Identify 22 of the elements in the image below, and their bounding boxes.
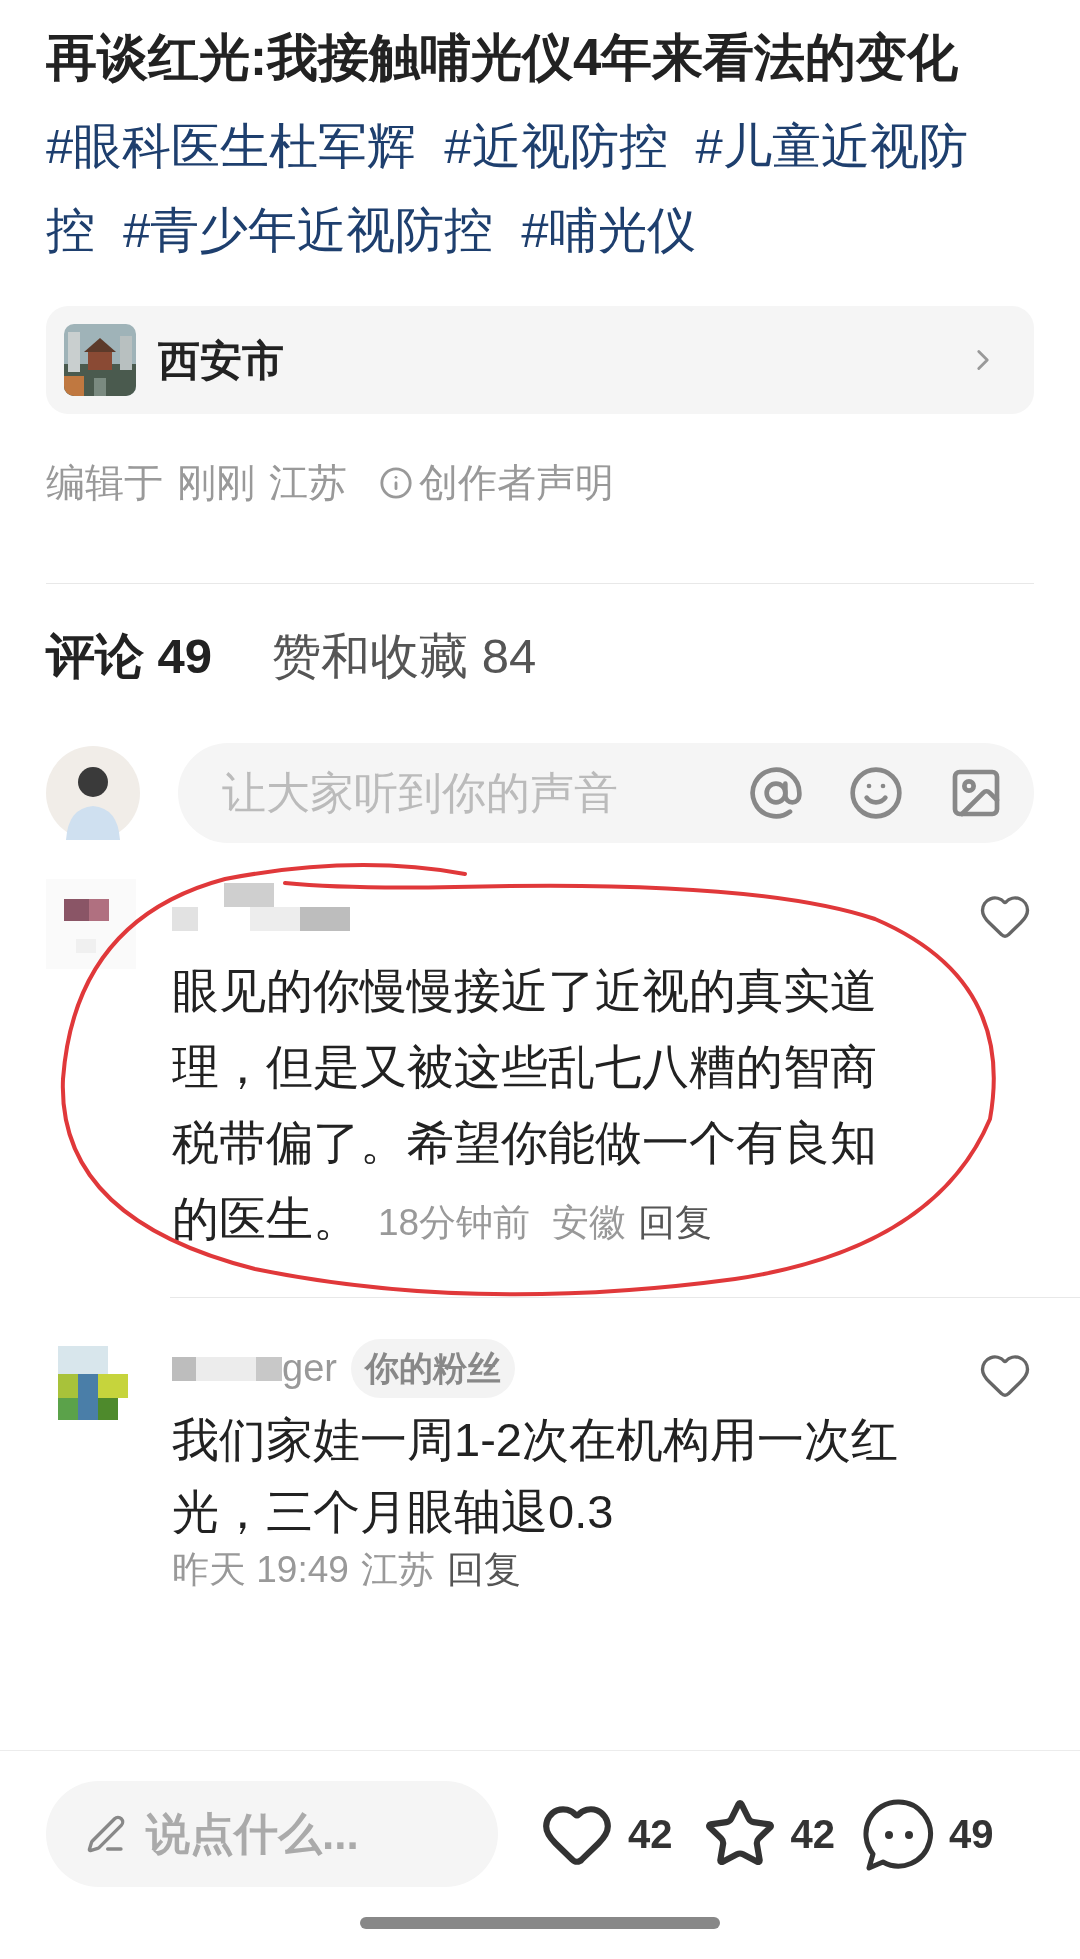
edit-label: 编辑于	[46, 460, 163, 506]
emoji-icon[interactable]	[848, 765, 904, 821]
edit-time: 刚刚	[177, 460, 255, 506]
comment-region: 江苏	[360, 1548, 435, 1592]
comments-tab[interactable]: 评论 49	[46, 619, 213, 693]
comments-tab[interactable]: 赞和收藏 84	[272, 619, 537, 693]
comment-count: 49	[949, 1811, 994, 1858]
pencil-icon	[86, 1814, 126, 1854]
mention-icon[interactable]	[748, 765, 804, 821]
fan-badge: 你的粉丝	[350, 1338, 515, 1398]
location-card[interactable]: 西安市	[46, 306, 1034, 414]
like-count: 42	[628, 1811, 673, 1858]
hashtags[interactable]: #眼科医生杜军辉 #近视防控 #儿童近视防控 #青少年近视防控 #哺光仪	[46, 104, 1034, 272]
comment-text: 眼见的你慢慢接近了近视的真实道理，但是又被这些乱七八糟的智商税带偏了。希望你能做一个有良知的医生。 18分钟前 安徽 回复	[172, 963, 878, 1247]
edit-region: 江苏	[269, 460, 347, 506]
info-icon	[379, 466, 413, 501]
favorite-count: 42	[790, 1811, 835, 1858]
comment-text: 我们家娃一周1-2次在机构用一次红光，三个月眼轴退0.3	[172, 1412, 899, 1540]
reply-link[interactable]: 回复	[446, 1548, 521, 1592]
post-title: 再谈红光:我接触哺光仪4年来看法的变化	[46, 28, 960, 88]
comment-time: 昨天 19:49	[172, 1548, 349, 1592]
location-name: 西安市	[158, 335, 284, 386]
